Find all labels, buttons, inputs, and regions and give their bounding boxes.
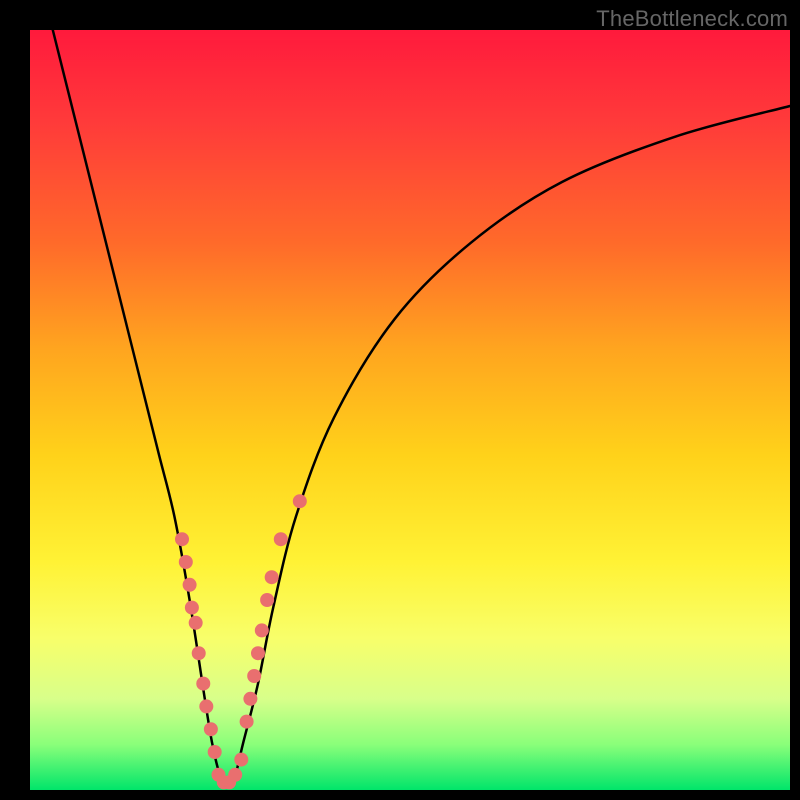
- marker-dot: [260, 593, 274, 607]
- data-markers: [175, 494, 307, 789]
- marker-dot: [192, 646, 206, 660]
- marker-dot: [196, 677, 210, 691]
- marker-dot: [185, 601, 199, 615]
- marker-dot: [179, 555, 193, 569]
- marker-dot: [234, 753, 248, 767]
- marker-dot: [228, 768, 242, 782]
- watermark-label: TheBottleneck.com: [596, 6, 788, 32]
- marker-dot: [247, 669, 261, 683]
- marker-dot: [208, 745, 222, 759]
- marker-dot: [243, 692, 257, 706]
- bottleneck-curve: [53, 30, 790, 782]
- marker-dot: [274, 532, 288, 546]
- chart-svg: [30, 30, 790, 790]
- marker-dot: [183, 578, 197, 592]
- chart-frame: TheBottleneck.com: [0, 0, 800, 800]
- marker-dot: [240, 715, 254, 729]
- marker-dot: [175, 532, 189, 546]
- plot-area: [30, 30, 790, 790]
- marker-dot: [204, 722, 218, 736]
- marker-dot: [199, 699, 213, 713]
- marker-dot: [251, 646, 265, 660]
- marker-dot: [189, 616, 203, 630]
- marker-dot: [293, 494, 307, 508]
- marker-dot: [255, 623, 269, 637]
- marker-dot: [265, 570, 279, 584]
